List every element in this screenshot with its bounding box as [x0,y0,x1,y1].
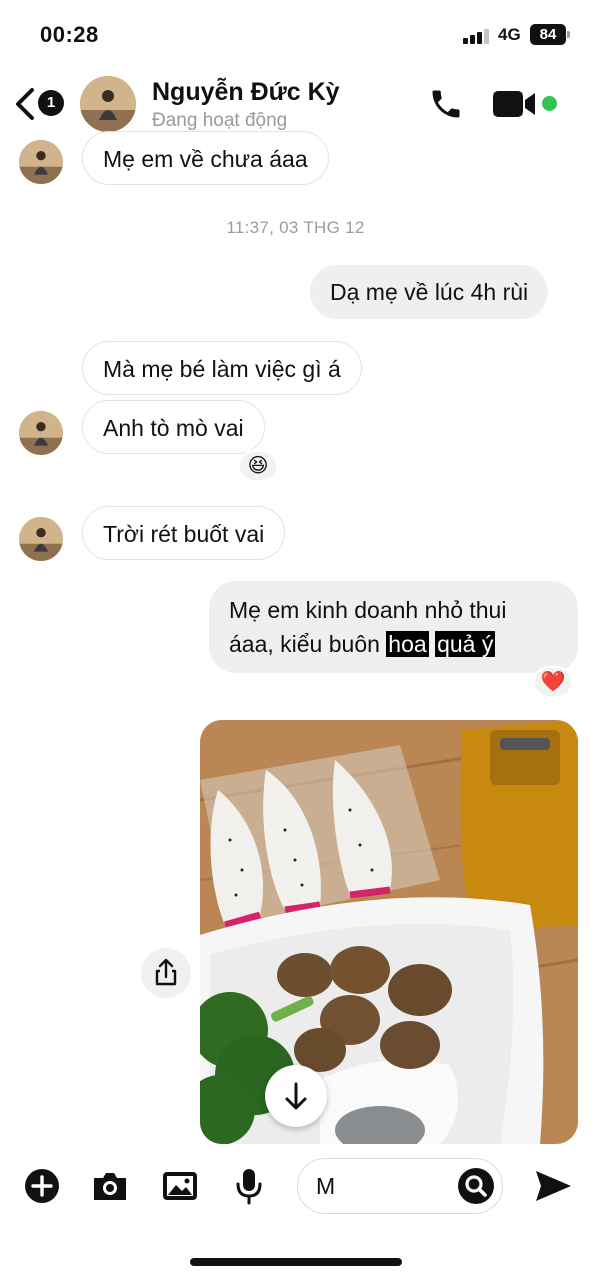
photo-message[interactable] [200,720,578,1144]
chat-screen: 00:28 4G 84 1 Nguyễn Đức Kỳ Đang hoạt độ… [0,0,591,1280]
message-line: áaa, kiểu buôn hoa quả ý [229,627,558,661]
phone-icon[interactable] [428,86,464,122]
send-icon [536,1171,571,1201]
status-time: 00:28 [40,22,99,47]
highlighted-text: quả ý [435,631,496,657]
food-photo-image [200,720,578,1144]
message-incoming[interactable]: Mẹ em về chưa áaa [82,131,329,185]
back-button[interactable]: 1 [12,84,74,124]
message-text: áaa, kiểu buôn [229,631,387,657]
search-icon [465,1175,487,1197]
message-outgoing[interactable]: Dạ mẹ về lúc 4h rùi [310,265,549,319]
share-icon [155,958,177,986]
message-outgoing[interactable]: Mẹ em kinh doanh nhỏ thui áaa, kiểu buôn… [209,581,578,673]
home-indicator [190,1258,402,1266]
signal-icon [463,28,491,44]
online-indicator [542,96,557,111]
message-line: Mẹ em kinh doanh nhỏ thui [229,597,507,623]
highlighted-text: hoa [386,631,429,657]
microphone-icon [236,1169,262,1205]
contact-avatar-small[interactable] [19,140,63,184]
message-incoming[interactable]: Mà mẹ bé làm việc gì á [82,341,362,395]
message-timestamp: 11:37, 03 THG 12 [226,218,365,237]
message-incoming[interactable]: Anh tò mò vai [82,400,265,454]
camera-icon [94,1173,126,1200]
message-incoming[interactable]: Trời rét buốt vai [82,506,286,560]
microphone-button[interactable] [229,1166,269,1206]
contact-avatar[interactable] [80,76,136,132]
plus-button[interactable] [22,1166,62,1206]
share-button[interactable] [141,948,191,998]
scroll-to-bottom-button[interactable] [265,1065,327,1127]
camera-button[interactable] [90,1166,130,1206]
contact-status: Đang hoạt động [152,110,288,131]
unread-badge: 1 [38,90,64,116]
battery-icon: 84 [530,24,570,45]
arrow-down-icon [285,1082,307,1110]
contact-avatar-small[interactable] [19,411,63,455]
send-button[interactable] [531,1164,575,1208]
back-chevron-icon [16,88,34,120]
plus-icon [25,1169,59,1203]
video-camera-icon[interactable] [493,89,537,119]
message-input[interactable] [316,1167,456,1205]
network-label: 4G [498,25,521,44]
contact-avatar-small[interactable] [19,517,63,561]
gallery-button[interactable] [160,1166,200,1206]
laughing-reaction-icon[interactable]: 😆 [238,450,278,482]
message-input-container[interactable] [297,1158,503,1214]
search-button[interactable] [458,1168,494,1204]
image-icon [163,1172,197,1200]
heart-reaction-icon[interactable]: ❤️ [533,666,573,698]
contact-name[interactable]: Nguyễn Đức Kỳ [152,78,340,107]
